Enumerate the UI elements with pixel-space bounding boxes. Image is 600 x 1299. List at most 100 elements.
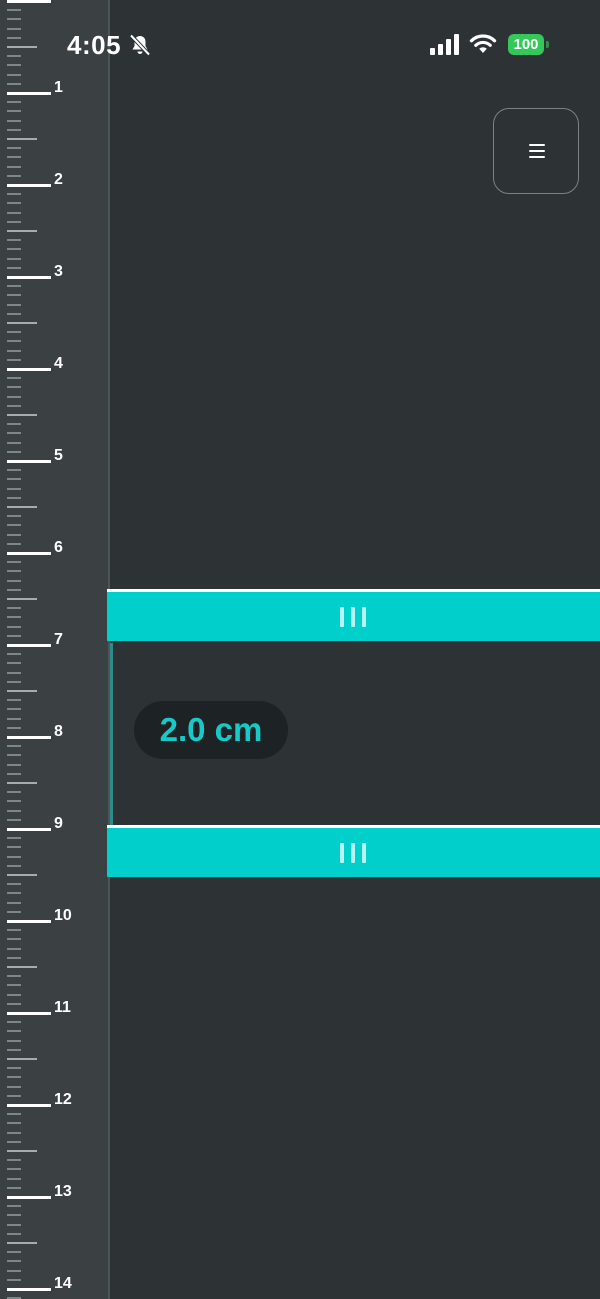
ruler-tick-label: 9 xyxy=(54,815,63,832)
ruler-tick xyxy=(7,1086,21,1088)
cellular-signal-icon xyxy=(430,34,459,55)
ruler-tick xyxy=(7,791,21,793)
ruler-tick xyxy=(7,414,37,416)
ruler-tick-label: 7 xyxy=(54,631,63,648)
ruler-tick xyxy=(7,607,21,609)
status-time: 4:05 xyxy=(67,30,122,60)
ruler-tick xyxy=(7,1095,21,1097)
ruler-tick xyxy=(7,1270,21,1272)
ruler-tick xyxy=(7,294,21,296)
ruler-tick xyxy=(7,957,21,959)
ruler-tick-label: 14 xyxy=(54,1275,72,1292)
ruler-tick xyxy=(7,524,21,526)
ruler-tick xyxy=(7,1214,21,1216)
ruler-tick xyxy=(7,497,21,499)
ruler-tick xyxy=(7,322,37,324)
ruler-tick xyxy=(7,166,21,168)
ruler-tick xyxy=(7,368,51,371)
ruler-strip: 1 2 3 4 5 6 7 8 9 10 11 12 13 14 xyxy=(0,0,110,1299)
ruler-tick xyxy=(7,819,21,821)
ruler-tick xyxy=(7,846,21,848)
measured-span-indicator xyxy=(110,643,113,826)
ruler-tick xyxy=(7,1058,37,1060)
ruler-tick xyxy=(7,1205,21,1207)
ruler-tick xyxy=(7,331,21,333)
ruler-tick xyxy=(7,1288,51,1291)
ruler-tick xyxy=(7,386,21,388)
ruler-tick xyxy=(7,147,21,149)
ruler-tick xyxy=(7,377,21,379)
ruler-tick xyxy=(7,1104,51,1107)
ruler-tick xyxy=(7,1067,21,1069)
ruler-tick xyxy=(7,598,37,600)
measure-handle-bottom[interactable] xyxy=(107,825,600,877)
ruler-tick xyxy=(7,1076,21,1078)
ruler-tick xyxy=(7,773,21,775)
ruler-tick xyxy=(7,359,21,361)
ruler-tick xyxy=(7,193,21,195)
ruler-tick xyxy=(7,285,21,287)
ruler-tick xyxy=(7,184,51,187)
ruler-tick xyxy=(7,432,21,434)
ruler-tick xyxy=(7,902,21,904)
ruler-tick-label: 3 xyxy=(54,263,63,280)
ruler-tick xyxy=(7,938,21,940)
ruler-tick xyxy=(7,1113,21,1115)
ruler-tick xyxy=(7,672,21,674)
ruler-tick xyxy=(7,635,21,637)
ruler-tick xyxy=(7,552,51,555)
ruler-tick xyxy=(7,810,21,812)
ruler-tick xyxy=(7,221,21,223)
ruler-tick xyxy=(7,258,21,260)
ruler-tick xyxy=(7,589,21,591)
ruler-tick xyxy=(7,92,51,95)
ruler-tick xyxy=(7,626,21,628)
ruler-tick-label: 6 xyxy=(54,539,63,556)
hamburger-menu-icon xyxy=(529,144,545,158)
ruler-tick xyxy=(7,248,21,250)
ruler-tick xyxy=(7,736,51,739)
ruler-tick xyxy=(7,110,21,112)
ruler-tick xyxy=(7,975,21,977)
ruler-tick xyxy=(7,708,21,710)
battery-cap xyxy=(546,41,549,48)
grip-lines-icon xyxy=(340,607,366,629)
ruler-tick xyxy=(7,754,21,756)
ruler-tick xyxy=(7,782,37,784)
ruler-tick xyxy=(7,561,21,563)
grip-lines-icon xyxy=(340,843,366,865)
ruler-tick xyxy=(7,1141,21,1143)
battery-icon: 100 xyxy=(508,34,544,55)
ruler-tick xyxy=(7,883,21,885)
ruler-tick xyxy=(7,1150,37,1152)
ruler-tick xyxy=(7,662,21,664)
ruler-tick xyxy=(7,699,21,701)
ruler-tick-label: 10 xyxy=(54,907,72,924)
ruler-tick xyxy=(7,644,51,647)
ruler-tick xyxy=(7,101,21,103)
ruler-tick xyxy=(7,828,51,831)
ruler-tick xyxy=(7,984,21,986)
ruler-tick xyxy=(7,239,21,241)
ruler-tick xyxy=(7,1159,21,1161)
ruler-tick xyxy=(7,966,37,968)
ruler-tick xyxy=(7,727,21,729)
ruler-tick xyxy=(7,800,21,802)
ruler-tick xyxy=(7,460,51,463)
ruler-tick xyxy=(7,1260,21,1262)
ruler-tick xyxy=(7,874,37,876)
ruler-tick xyxy=(7,488,21,490)
measure-handle-top[interactable] xyxy=(107,589,600,641)
ruler-tick xyxy=(7,1187,21,1189)
ruler-tick xyxy=(7,1251,21,1253)
ruler-tick xyxy=(7,543,21,545)
ruler-tick xyxy=(7,230,37,232)
menu-button[interactable] xyxy=(493,108,579,194)
ruler-tick xyxy=(7,764,21,766)
ruler-tick xyxy=(7,856,21,858)
ruler-tick xyxy=(7,653,21,655)
ruler-tick xyxy=(7,690,37,692)
measurement-value-badge: 2.0 cm xyxy=(134,701,288,759)
ruler-tick xyxy=(7,1178,21,1180)
ruler-tick xyxy=(7,865,21,867)
